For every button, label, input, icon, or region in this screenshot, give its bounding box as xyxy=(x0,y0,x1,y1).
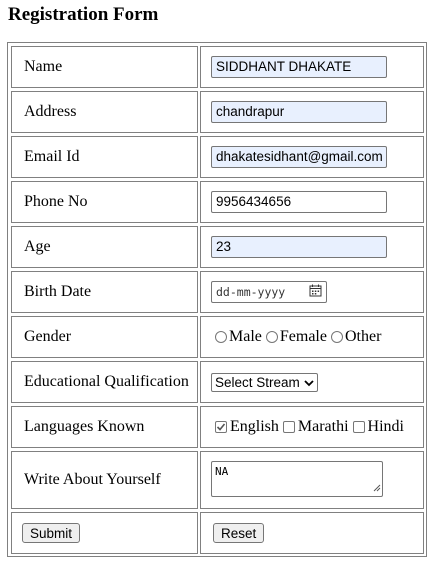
name-label: Name xyxy=(24,58,63,75)
form-title: Registration Form xyxy=(8,4,159,25)
gender-option-other[interactable]: Other xyxy=(330,328,382,346)
hindi-label: Hindi xyxy=(367,418,404,435)
gender-value-cell: Male Female Other xyxy=(200,316,424,358)
gender-label: Gender xyxy=(24,328,72,345)
qualification-selected: Select Stream xyxy=(215,374,300,390)
name-label-cell: Name xyxy=(11,46,198,88)
qualification-label-cell: Educational Qualification xyxy=(11,361,198,403)
address-input[interactable]: chandrapur xyxy=(211,101,387,123)
about-value-cell: NA xyxy=(200,451,424,509)
resize-handle-icon[interactable] xyxy=(373,482,381,495)
birth-date-label: Birth Date xyxy=(24,283,92,300)
languages-checkbox-group: English Marathi Hindi xyxy=(215,418,408,436)
language-option-hindi[interactable]: Hindi xyxy=(352,418,404,436)
qualification-value-cell: Select Stream xyxy=(200,361,424,403)
email-label-cell: Email Id xyxy=(11,136,198,178)
calendar-icon[interactable] xyxy=(309,284,322,300)
birth-date-placeholder: dd-mm-yyyy xyxy=(216,285,286,299)
about-label-cell: Write About Yourself xyxy=(11,451,198,509)
phone-label-cell: Phone No xyxy=(11,181,198,223)
phone-input[interactable]: 9956434656 xyxy=(211,191,387,213)
english-checkbox[interactable] xyxy=(215,421,227,433)
gender-other-label: Other xyxy=(344,328,382,345)
name-input[interactable]: SIDDHANT DHAKATE xyxy=(211,56,387,78)
gender-option-female[interactable]: Female xyxy=(265,328,327,346)
address-label: Address xyxy=(24,103,77,120)
qualification-label: Educational Qualification xyxy=(24,373,189,390)
gender-label-cell: Gender xyxy=(11,316,198,358)
chevron-down-icon xyxy=(304,375,314,390)
gender-female-radio[interactable] xyxy=(265,331,278,343)
age-label-cell: Age xyxy=(11,226,198,268)
gender-male-label: Male xyxy=(229,328,262,345)
email-label: Email Id xyxy=(24,148,80,165)
qualification-select[interactable]: Select Stream xyxy=(211,372,318,392)
language-option-english[interactable]: English xyxy=(215,418,279,436)
reset-button[interactable]: Reset xyxy=(213,523,265,543)
birth-date-label-cell: Birth Date xyxy=(11,271,198,313)
phone-value-cell: 9956434656 xyxy=(200,181,424,223)
about-textarea[interactable]: NA xyxy=(211,460,383,497)
name-value-cell: SIDDHANT DHAKATE xyxy=(200,46,424,88)
gender-male-radio[interactable] xyxy=(215,331,227,343)
address-label-cell: Address xyxy=(11,91,198,133)
gender-option-male[interactable]: Male xyxy=(215,328,262,346)
birth-date-value-cell: dd-mm-yyyy xyxy=(200,271,424,313)
address-value-cell: chandrapur xyxy=(200,91,424,133)
gender-radio-group: Male Female Other xyxy=(215,328,385,346)
gender-female-label: Female xyxy=(279,328,327,345)
age-value-cell: 23 xyxy=(200,226,424,268)
gender-other-radio[interactable] xyxy=(330,331,343,343)
age-input[interactable]: 23 xyxy=(211,236,387,258)
marathi-checkbox[interactable] xyxy=(282,421,295,433)
reset-cell: Reset xyxy=(200,512,424,554)
submit-button[interactable]: Submit xyxy=(22,523,81,543)
email-input[interactable]: dhakatesidhant@gmail.com xyxy=(211,146,387,168)
marathi-label: Marathi xyxy=(297,418,349,435)
about-label: Write About Yourself xyxy=(24,471,161,488)
english-label: English xyxy=(230,418,279,435)
languages-value-cell: English Marathi Hindi xyxy=(200,406,424,448)
registration-table: Name SIDDHANT DHAKATE Address chandrapur… xyxy=(7,42,427,557)
about-text: NA xyxy=(215,464,229,478)
birth-date-input[interactable]: dd-mm-yyyy xyxy=(211,281,327,303)
submit-cell: Submit xyxy=(11,512,198,554)
languages-label: Languages Known xyxy=(24,418,145,435)
language-option-marathi[interactable]: Marathi xyxy=(282,418,349,436)
age-label: Age xyxy=(24,238,51,255)
email-value-cell: dhakatesidhant@gmail.com xyxy=(200,136,424,178)
phone-label: Phone No xyxy=(24,193,88,210)
hindi-checkbox[interactable] xyxy=(352,421,365,433)
languages-label-cell: Languages Known xyxy=(11,406,198,448)
